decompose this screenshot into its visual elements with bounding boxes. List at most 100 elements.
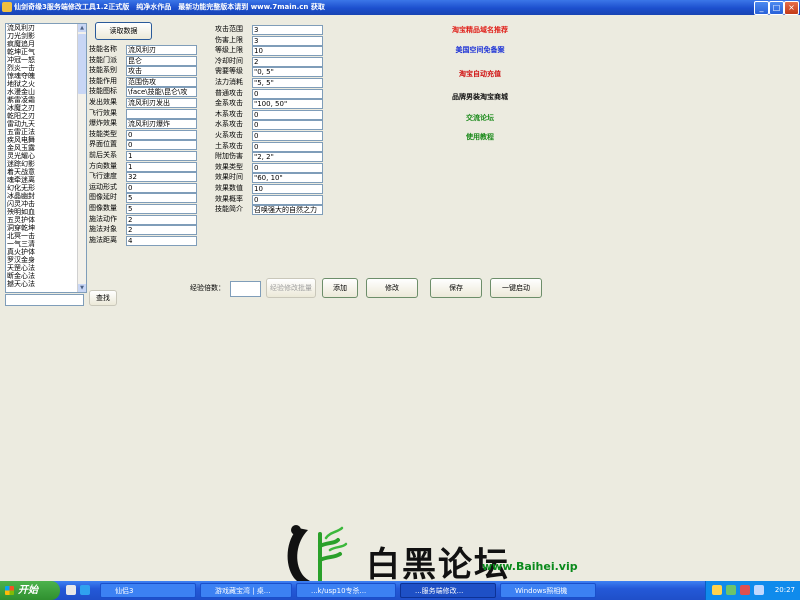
list-item[interactable]: 冲冠一怒 <box>6 56 86 64</box>
list-item[interactable]: 幻化无形 <box>6 184 86 192</box>
field-input[interactable]: 4 <box>126 235 197 246</box>
field-input[interactable]: 32 <box>126 172 197 183</box>
list-item[interactable]: 雷动九天 <box>6 120 86 128</box>
tray-icon[interactable] <box>740 585 750 595</box>
field-input[interactable]: 昆仑 <box>126 55 197 66</box>
search-input[interactable] <box>5 294 84 306</box>
list-item[interactable]: 灵光耀心 <box>6 152 86 160</box>
field-input[interactable]: 5 <box>126 193 197 204</box>
field-input[interactable]: 0 <box>252 131 323 141</box>
list-item[interactable]: 水漫金山 <box>6 88 86 96</box>
list-item[interactable]: 北冥一击 <box>6 232 86 240</box>
list-item[interactable]: 迷踪幻影 <box>6 160 86 168</box>
desktop-icon[interactable] <box>66 585 76 595</box>
read-data-button[interactable]: 读取数据 <box>95 22 152 40</box>
field-input[interactable]: 0 <box>252 120 323 131</box>
ie-icon[interactable] <box>80 585 90 595</box>
taskbar-task[interactable]: 游戏藏宝湾 | 桌... <box>200 583 292 598</box>
promo-link[interactable]: 淘宝精品域名推荐 <box>430 25 530 35</box>
field-input[interactable]: 流风利刃发出 <box>126 98 197 108</box>
field-input[interactable]: 3 <box>252 35 323 46</box>
field-input[interactable]: 0 <box>252 88 323 99</box>
taskbar-task[interactable]: Windows照相機 <box>500 583 596 598</box>
tray-icon[interactable] <box>726 585 736 595</box>
scroll-down-icon[interactable]: ▼ <box>78 284 86 292</box>
add-button[interactable]: 添加 <box>322 278 358 298</box>
minimize-button[interactable]: _ <box>754 1 769 15</box>
field-input[interactable]: "0, 5" <box>252 67 323 78</box>
list-item[interactable]: 罗汉金身 <box>6 256 86 264</box>
skill-list-scrollbar[interactable]: ▲ ▼ <box>77 24 86 292</box>
field-input[interactable]: 0 <box>252 162 323 173</box>
field-input[interactable]: 2 <box>252 56 323 67</box>
list-item[interactable]: 烈炎一击 <box>6 64 86 72</box>
field-input[interactable]: "100, 50" <box>252 99 323 110</box>
list-item[interactable]: 乾坤正气 <box>6 48 86 56</box>
list-item[interactable]: 天罡心法 <box>6 264 86 272</box>
list-item[interactable]: 地狱之火 <box>6 80 86 88</box>
list-item[interactable]: 疾风电舞 <box>6 136 86 144</box>
list-item[interactable]: 疯魔追月 <box>6 40 86 48</box>
promo-link[interactable]: 品牌男装淘宝商城 <box>430 92 530 102</box>
list-item[interactable]: 殃明如血 <box>6 208 86 216</box>
list-item[interactable]: 紫雷凌霜 <box>6 96 86 104</box>
field-input[interactable]: "5, 5" <box>252 78 323 88</box>
list-item[interactable]: 五灵护体 <box>6 216 86 224</box>
field-input[interactable]: "60, 10" <box>252 173 323 184</box>
taskbar-task[interactable]: ...k/usp10专杀... <box>296 583 396 598</box>
exp-batch-button[interactable]: 经验修改批量 <box>266 278 316 298</box>
list-item[interactable]: 冰晶幽封 <box>6 192 86 200</box>
taskbar-task[interactable]: 仙侣3 <box>100 583 196 598</box>
list-item[interactable]: 一气三清 <box>6 240 86 248</box>
field-input[interactable]: 0 <box>252 141 323 152</box>
promo-link[interactable]: 交流论坛 <box>430 113 530 123</box>
scroll-thumb[interactable] <box>78 34 86 94</box>
field-input[interactable]: 10 <box>252 184 323 194</box>
list-item[interactable]: 流风利刃 <box>6 24 86 32</box>
list-item[interactable]: 乾阳之刃 <box>6 112 86 120</box>
field-input[interactable]: "2, 2" <box>252 152 323 163</box>
tray-icon[interactable] <box>712 585 722 595</box>
list-item[interactable]: 五雷正法 <box>6 128 86 136</box>
field-input[interactable]: 3 <box>252 25 323 35</box>
skill-list[interactable]: 流风利刃 刀光剑影 疯魔追月 乾坤正气 冲冠一怒 烈炎一击 惊魂夺魄 地狱之火 水漫金山 紫雷凌霜… <box>5 23 87 293</box>
field-input[interactable]: 范围伤攻 <box>126 76 197 87</box>
exp-multiplier-input[interactable] <box>230 281 261 297</box>
list-item[interactable]: 撼天心法 <box>6 280 86 288</box>
promo-link[interactable]: 美国空间免备案 <box>430 45 530 55</box>
save-button[interactable]: 保存 <box>430 278 482 298</box>
search-button[interactable]: 查找 <box>89 290 117 306</box>
field-input[interactable]: 0 <box>126 182 197 193</box>
one-key-start-button[interactable]: 一键启动 <box>490 278 542 298</box>
scroll-up-icon[interactable]: ▲ <box>78 24 86 32</box>
promo-link[interactable]: 淘宝自动充值 <box>430 69 530 79</box>
taskbar-task[interactable]: ...服务端修改... <box>400 583 496 598</box>
list-item[interactable]: 冰魔之刃 <box>6 104 86 112</box>
title-bar[interactable]: 仙剑奇缘3服务端修改工具1.2正式版 纯净水作品 最新功能完整版本请到 www.… <box>0 0 800 15</box>
field-input[interactable]: \face\技能\昆仑\攻 <box>126 87 197 98</box>
modify-button[interactable]: 修改 <box>366 278 418 298</box>
field-input[interactable]: 流风利刃爆炸 <box>126 119 197 130</box>
maximize-button[interactable]: □ <box>769 1 784 15</box>
field-input[interactable]: 1 <box>126 151 197 161</box>
field-input[interactable]: 0 <box>126 129 197 140</box>
list-item[interactable]: 刀光剑影 <box>6 32 86 40</box>
start-button[interactable]: 开始 <box>0 581 60 600</box>
list-item[interactable]: 洞穿乾坤 <box>6 224 86 232</box>
list-item[interactable]: 真火护体 <box>6 248 86 256</box>
tray-icon[interactable] <box>754 585 764 595</box>
close-button[interactable]: × <box>784 1 799 15</box>
promo-link[interactable]: 使用教程 <box>430 132 530 142</box>
field-input[interactable]: 0 <box>126 140 197 151</box>
list-item[interactable]: 惊魂夺魄 <box>6 72 86 80</box>
field-input[interactable]: 流风利刃 <box>126 45 197 55</box>
field-input[interactable]: 召唤强大的自然之力 <box>252 205 323 216</box>
field-input[interactable]: 0 <box>252 109 323 120</box>
field-input[interactable]: 10 <box>252 46 323 57</box>
field-input[interactable] <box>126 108 197 119</box>
field-input[interactable]: 0 <box>252 194 323 205</box>
field-input[interactable]: 2 <box>126 214 197 225</box>
list-item[interactable]: 断金心法 <box>6 272 86 280</box>
field-input[interactable]: 5 <box>126 204 197 214</box>
list-item[interactable]: 闪灵冲击 <box>6 200 86 208</box>
